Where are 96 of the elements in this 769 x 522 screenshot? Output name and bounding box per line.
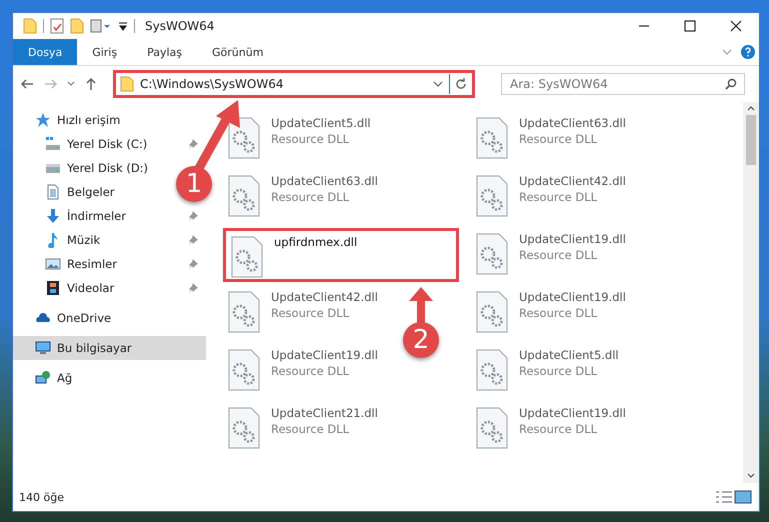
file-type: Resource DLL [519,132,598,146]
file-item[interactable]: UpdateClient5.dll Resource DLL [471,344,625,398]
search-icon [725,78,737,90]
gear-file-icon [475,348,509,392]
gear-file-icon [227,174,261,218]
network-icon [35,370,51,386]
file-type: Resource DLL [271,306,350,320]
gear-file-icon [227,290,261,334]
recent-caret-icon[interactable] [67,80,75,88]
file-name: UpdateClient5.dll [271,116,371,130]
scroll-down-icon[interactable] [746,473,756,479]
arrow [408,287,434,323]
ribbon-tab[interactable]: Paylaş [132,39,197,65]
ribbon-tab[interactable]: Görünüm [197,39,278,65]
film-icon [45,280,61,296]
pin-icon[interactable] [188,139,198,149]
computer-icon [35,340,51,356]
file-name: UpdateClient19.dll [519,406,626,420]
sidebar-item[interactable]: Ağ [13,366,78,390]
star-icon [35,112,51,128]
sidebar-item[interactable]: Videolar [13,276,206,300]
sidebar-item[interactable]: Müzik [13,228,206,252]
sidebar-item[interactable]: Hızlı erişim [13,108,126,132]
sidebar-item[interactable]: İndirmeler [13,204,206,228]
file-type: Resource DLL [519,190,598,204]
file-item[interactable]: UpdateClient19.dll Resource DLL [471,228,632,282]
file-item[interactable]: UpdateClient19.dll Resource DLL [223,344,384,398]
search-field[interactable]: Ara: SysWOW64 [501,73,745,95]
scroll-up-icon[interactable] [746,105,756,111]
sidebar-item[interactable]: Yerel Disk (D:) [13,156,154,180]
thumbnail-view-icon[interactable] [733,490,753,504]
file-item[interactable]: UpdateClient21.dll Resource DLL [223,402,384,456]
file-name: UpdateClient63.dll [271,174,378,188]
scrollbar[interactable] [743,102,759,483]
file-name: UpdateClient19.dll [519,290,626,304]
new-folder-icon [70,18,84,34]
folder-icon [120,76,134,92]
gear-file-icon [227,116,261,160]
folder-icon [23,18,37,34]
sidebar-item[interactable]: Bu bilgisayar [13,336,206,360]
file-item[interactable]: UpdateClient42.dll Resource DLL [223,286,384,340]
file-name: UpdateClient19.dll [519,232,626,246]
file-item[interactable]: UpdateClient63.dll Resource DLL [471,112,632,166]
file-type: Resource DLL [519,248,598,262]
gear-file-icon [475,174,509,218]
file-name: UpdateClient42.dll [519,174,626,188]
ribbon-tab[interactable]: Dosya [13,39,78,65]
item-count: 140 öğe [19,490,65,504]
file-name: UpdateClient19.dll [271,348,378,362]
gear-file-icon [227,348,261,392]
file-type: Resource DLL [271,190,350,204]
properties-icon[interactable] [50,18,64,34]
gear-file-icon [230,235,264,279]
pin-icon[interactable] [188,211,198,221]
file-item[interactable]: UpdateClient19.dll Resource DLL [471,402,632,456]
download-icon [45,208,61,224]
file-type: Resource DLL [519,364,598,378]
address-bar[interactable]: C:\Windows\SysWOW64 [113,70,475,98]
gear-file-icon [475,406,509,450]
gear-file-icon [227,406,261,450]
document-icon [45,184,61,200]
customize-caret-icon[interactable] [118,21,128,31]
sidebar-item[interactable]: Yerel Disk (C:) [13,132,206,156]
file-item[interactable]: UpdateClient42.dll Resource DLL [471,170,632,224]
file-name: upfirdnmex.dll [274,235,358,249]
file-item[interactable]: UpdateClient19.dll Resource DLL [471,286,632,340]
file-name: UpdateClient42.dll [271,290,378,304]
gear-file-icon [475,290,509,334]
pin-icon[interactable] [188,235,198,245]
file-item[interactable]: UpdateClient5.dll Resource DLL [223,112,377,166]
file-type: Resource DLL [271,132,350,146]
pin-icon[interactable] [188,259,198,269]
sidebar-item[interactable]: Resimler [13,252,206,276]
ribbon-tab[interactable]: Giriş [77,39,132,65]
sidebar-item[interactable]: Belgeler [13,180,121,204]
details-view-icon[interactable] [715,490,733,504]
file-name: UpdateClient5.dll [519,348,619,362]
window-title: SysWOW64 [145,19,216,33]
address-path: C:\Windows\SysWOW64 [140,77,284,91]
file-name: UpdateClient21.dll [271,406,378,420]
gear-file-icon [475,232,509,276]
drive-icon [45,136,61,152]
file-item[interactable]: UpdateClient63.dll Resource DLL [223,170,384,224]
file-type: Resource DLL [519,306,598,320]
file-type: Resource DLL [519,422,598,436]
sidebar-item[interactable]: OneDrive [13,306,118,330]
scrollbar-thumb[interactable] [746,115,756,165]
view-options-icon[interactable] [90,19,112,33]
gear-file-icon [475,116,509,160]
pin-icon[interactable] [188,283,198,293]
file-type: Resource DLL [271,422,350,436]
dropdown-caret-icon[interactable] [433,79,443,89]
file-type: Resource DLL [271,364,350,378]
pictures-icon [45,256,61,272]
file-item[interactable]: upfirdnmex.dll [223,228,459,282]
file-name: UpdateClient63.dll [519,116,626,130]
